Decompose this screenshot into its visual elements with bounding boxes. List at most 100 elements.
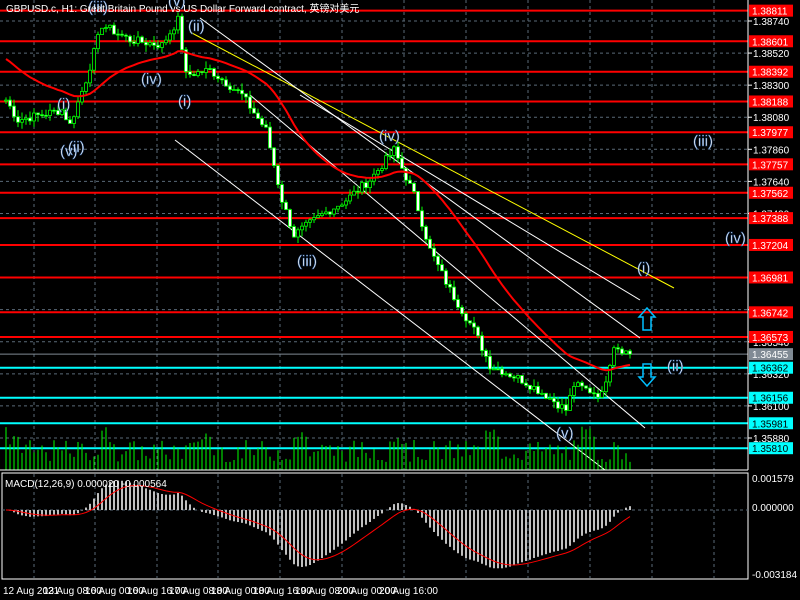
- candle: [132, 41, 136, 44]
- candle: [332, 208, 336, 215]
- candle: [616, 347, 620, 350]
- candle: [364, 182, 368, 188]
- candle: [256, 112, 260, 119]
- candle: [444, 270, 448, 285]
- candle: [204, 68, 208, 73]
- candle: [24, 117, 28, 120]
- candle: [188, 71, 192, 75]
- price-level-label: 1.36742: [752, 308, 789, 319]
- candle: [152, 42, 156, 46]
- price-tick-label: 1.38300: [753, 81, 790, 92]
- candle: [244, 93, 248, 98]
- candle: [32, 112, 36, 122]
- price-level-label: 1.37757: [752, 160, 789, 171]
- price-level-label: 1.36573: [752, 333, 789, 344]
- candle: [572, 386, 576, 396]
- candle: [484, 350, 488, 357]
- macd-max-label: 0.001579: [752, 474, 794, 485]
- candle: [320, 213, 324, 217]
- candle: [4, 99, 8, 102]
- price-chart[interactable]: (iii) (v) (ii) (iv) (i) (i) (v) (ii) (ii…: [0, 0, 800, 600]
- candle: [272, 147, 276, 166]
- candle: [472, 322, 476, 328]
- candle: [280, 184, 284, 203]
- candle: [512, 376, 516, 379]
- candle: [192, 73, 196, 77]
- candle: [424, 226, 428, 240]
- candle: [16, 116, 20, 123]
- price-level-label: 1.38188: [752, 97, 789, 108]
- candle: [124, 34, 128, 37]
- candle: [508, 373, 512, 378]
- candle: [116, 33, 120, 36]
- candle: [368, 180, 372, 188]
- candle: [232, 89, 236, 91]
- wave-label: (ii): [68, 139, 85, 156]
- macd-min-label: -0.003184: [752, 570, 797, 581]
- trendline-yellow[interactable]: [189, 31, 675, 289]
- candle: [540, 392, 544, 395]
- candle: [328, 211, 332, 215]
- candle: [148, 42, 152, 46]
- candle: [600, 391, 604, 398]
- candle: [88, 69, 92, 84]
- price-level-label: 1.35981: [752, 419, 789, 430]
- candle: [20, 119, 24, 123]
- candle: [608, 365, 612, 383]
- candle: [160, 42, 164, 48]
- candle: [476, 326, 480, 337]
- candle: [340, 204, 344, 207]
- candle: [220, 78, 224, 81]
- candle: [276, 165, 280, 186]
- candle: [100, 27, 104, 36]
- candle: [380, 168, 384, 171]
- price-axis: 1.38740 1.38520 1.38300 1.38080 1.37860 1.376…: [748, 4, 793, 455]
- candle: [432, 247, 436, 257]
- candle: [468, 320, 472, 324]
- price-level-label: 1.37562: [752, 189, 789, 200]
- candle: [352, 190, 356, 196]
- price-level-label: 1.36156: [752, 394, 789, 405]
- candle: [576, 382, 580, 387]
- candle: [140, 36, 144, 43]
- candle: [260, 118, 264, 126]
- chart-title: GBPUSD.c, H1: Great Britain Pound vs US …: [6, 2, 359, 15]
- candle: [176, 15, 180, 31]
- candle: [344, 200, 348, 206]
- candle: [384, 155, 388, 169]
- price-level-label: 1.37204: [752, 241, 789, 252]
- candle: [348, 194, 352, 202]
- candle: [548, 397, 552, 400]
- candle: [216, 75, 220, 80]
- candle: [628, 350, 632, 355]
- candle: [552, 397, 556, 403]
- grid: [0, 0, 748, 578]
- candle: [48, 109, 52, 116]
- candle: [532, 385, 536, 390]
- price-level-label: 1.38601: [752, 37, 789, 48]
- candle: [592, 392, 596, 395]
- price-level-label: 1.35810: [752, 444, 789, 455]
- candle: [196, 71, 200, 77]
- candle: [172, 29, 176, 35]
- candle: [112, 24, 116, 35]
- candle: [392, 146, 396, 156]
- arrow-up-icon: [637, 306, 657, 331]
- candle: [388, 154, 392, 157]
- candle: [68, 119, 72, 124]
- candle: [496, 368, 500, 371]
- candle: [228, 85, 232, 91]
- price-tick-label: 1.37640: [753, 177, 790, 188]
- candle: [584, 385, 588, 389]
- candle: [92, 48, 96, 71]
- price-level-label: 1.36362: [752, 364, 789, 375]
- candle: [136, 36, 140, 44]
- candle: [296, 229, 300, 238]
- candle: [596, 392, 600, 398]
- candle: [72, 116, 76, 124]
- candle: [168, 33, 172, 41]
- channel-line[interactable]: [174, 139, 606, 471]
- candle: [624, 350, 628, 355]
- candle: [560, 404, 564, 409]
- candle: [208, 68, 212, 70]
